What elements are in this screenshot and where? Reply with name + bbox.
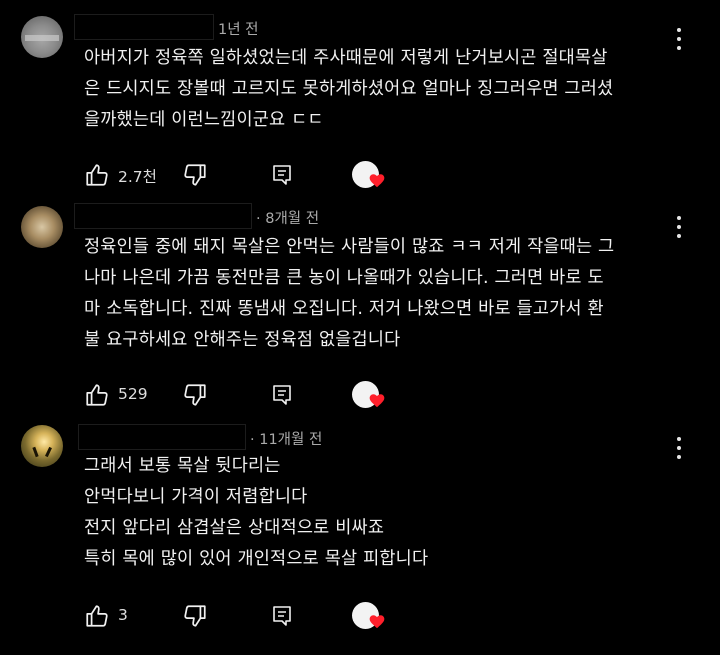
comment-actions: 2.7천: [0, 159, 720, 191]
author-name-redacted[interactable]: [74, 203, 252, 229]
comment-timestamp[interactable]: · 11개월 전: [250, 428, 322, 449]
comment-line: 특히 목에 많이 있어 개인적으로 목살 피합니다: [84, 549, 429, 569]
comment-line: 아버지가 정육쪽 일하셨었는데 주사때문에 저렇게 난거보시곤 절대목살: [84, 48, 608, 68]
author-name-redacted[interactable]: [74, 14, 214, 40]
avatar[interactable]: [21, 425, 63, 467]
thumb-up-icon[interactable]: [84, 603, 110, 629]
like-count: 3: [118, 606, 128, 624]
heart-icon: [369, 174, 385, 188]
comment-text: 아버지가 정육쪽 일하셨었는데 주사때문에 저렇게 난거보시곤 절대목살 은 드…: [84, 43, 674, 136]
comment-text: 그래서 보통 목살 뒷다리는 안먹다보니 가격이 저렴합니다 전지 앞다리 삼겹…: [84, 451, 674, 575]
comment-line: 그래서 보통 목살 뒷다리는: [84, 456, 281, 476]
comment-line: 정육인들 중에 돼지 목살은 안먹는 사람들이 많죠 ㅋㅋ 저게 작을때는 그: [84, 237, 615, 257]
comment-line: 안먹다보니 가격이 저렴합니다: [84, 487, 308, 507]
heart-icon: [369, 615, 385, 629]
comment-timestamp[interactable]: 1년 전: [218, 18, 259, 39]
comment-icon[interactable]: [270, 383, 294, 407]
comment-icon[interactable]: [270, 604, 294, 628]
comment-line: 마 소독합니다. 진짜 똥냄새 오집니다. 저거 나왔으면 바로 들고가서 환: [84, 299, 604, 319]
comment-line: 나마 나은데 가끔 동전만큼 큰 농이 나올때가 있습니다. 그러면 바로 도: [84, 268, 604, 288]
comment-line: 불 요구하세요 안해주는 정육점 없을겁니다: [84, 330, 401, 350]
like-count: 2.7천: [118, 168, 157, 186]
comment-text: 정육인들 중에 돼지 목살은 안먹는 사람들이 많죠 ㅋㅋ 저게 작을때는 그 …: [84, 232, 674, 356]
thumb-down-icon[interactable]: [182, 382, 208, 408]
avatar[interactable]: [21, 206, 63, 248]
comment-line: 전지 앞다리 삼겹살은 상대적으로 비싸죠: [84, 518, 385, 538]
comment-line: 을까했는데 이런느낌이군요 ㄷㄷ: [84, 110, 324, 130]
avatar[interactable]: [21, 16, 63, 58]
author-name-redacted[interactable]: [78, 424, 246, 450]
thumb-up-icon[interactable]: [84, 162, 110, 188]
comment-actions: 529: [0, 379, 720, 411]
comment-timestamp[interactable]: · 8개월 전: [256, 207, 319, 228]
comment-actions: 3: [0, 600, 720, 632]
thumb-up-icon[interactable]: [84, 382, 110, 408]
thumb-down-icon[interactable]: [182, 162, 208, 188]
comment-line: 은 드시지도 장볼때 고르지도 못하게하셨어요 얼마나 징그러우면 그러셨: [84, 79, 614, 99]
comment-icon[interactable]: [270, 163, 294, 187]
heart-icon: [369, 394, 385, 408]
like-count: 529: [118, 385, 148, 403]
thumb-down-icon[interactable]: [182, 603, 208, 629]
